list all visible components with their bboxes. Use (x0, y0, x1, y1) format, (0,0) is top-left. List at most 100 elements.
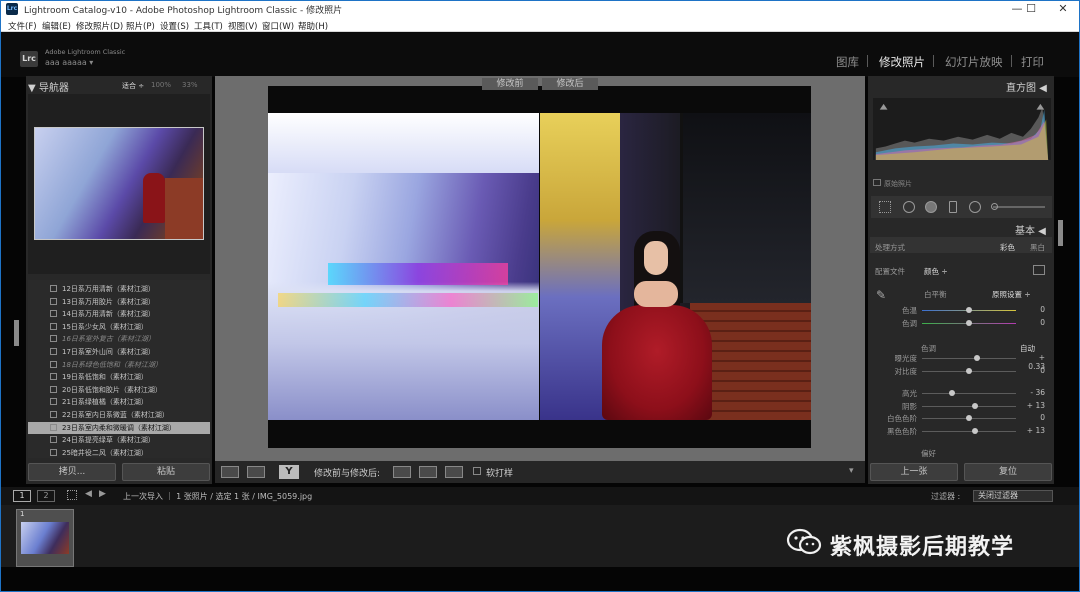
copy-before-to-after-icon[interactable] (393, 466, 411, 478)
slider-value[interactable]: - 36 (1021, 388, 1045, 397)
menu-window[interactable]: 窗口(W) (262, 20, 294, 32)
filter-dropdown[interactable]: 关闭过滤器 (973, 490, 1053, 502)
brush-slider[interactable] (993, 206, 1045, 208)
original-photo-checkbox[interactable] (873, 179, 881, 186)
collection-item[interactable]: 12日系万用清新（素材江湖） (28, 283, 210, 296)
collection-item[interactable]: 19日系低饱和（素材江湖） (28, 371, 210, 384)
profile-dropdown[interactable]: 颜色 ÷ (924, 266, 948, 277)
screen-2-button[interactable]: 2 (37, 490, 55, 502)
slider-track[interactable] (922, 355, 1016, 361)
wb-label: 白平衡 (924, 290, 947, 299)
copy-button[interactable]: 拷贝... (28, 463, 116, 481)
zoom-fit[interactable]: 适合 ÷ (122, 81, 144, 91)
treatment-bw[interactable]: 黑白 (1030, 242, 1045, 253)
before-image[interactable] (268, 113, 539, 420)
close-button[interactable]: ✕ (1046, 0, 1080, 18)
user-name[interactable]: aaa aaaaa ▾ (45, 58, 93, 67)
collection-item[interactable]: 24日系提亮绿草（素材江湖） (28, 434, 210, 447)
grid-view-icon[interactable] (67, 490, 77, 500)
collection-item[interactable]: 21日系绿植橘（素材江湖） (28, 396, 210, 409)
profile-browser-icon[interactable] (1033, 265, 1045, 275)
back-arrow-icon[interactable]: ◀ (85, 489, 92, 499)
slider-knob[interactable] (966, 307, 972, 313)
slider-track[interactable] (922, 368, 1016, 374)
menu-view[interactable]: 视图(V) (228, 20, 257, 32)
basic-header[interactable]: 基本 ◀ (1015, 222, 1046, 237)
module-develop[interactable]: 修改照片 (879, 54, 925, 70)
menu-tools[interactable]: 工具(T) (194, 20, 223, 32)
loupe-view-icon[interactable] (221, 466, 239, 478)
collection-item[interactable]: 23日系室内柔和微暖调（素材江湖） (28, 421, 210, 435)
collection-item[interactable]: 16日系室外复古（素材江湖） (28, 333, 210, 346)
slider-value[interactable]: + 13 (1021, 401, 1045, 410)
before-after-mode-icon[interactable]: Y (279, 465, 299, 479)
slider-track[interactable] (922, 390, 1016, 396)
histogram-header[interactable]: 直方图 ◀ (1006, 79, 1047, 94)
zoom-100[interactable]: 100% (151, 81, 171, 89)
before-neon-sign (328, 263, 508, 285)
screen-1-button[interactable]: 1 (13, 490, 31, 502)
crop-tool-icon[interactable] (879, 201, 891, 213)
collection-item[interactable]: 17日系室外山间（素材江湖） (28, 346, 210, 359)
slider-value[interactable]: 0 (1021, 305, 1045, 314)
spot-removal-icon[interactable] (903, 201, 915, 213)
slider-track[interactable] (922, 320, 1016, 326)
navigator-header[interactable]: ▼ 导航器 (28, 79, 69, 94)
module-library[interactable]: 图库 (836, 54, 859, 70)
collection-item[interactable]: 25暗井役二风（素材江湖） (28, 447, 210, 458)
filmstrip-thumbnail[interactable]: 1 (16, 509, 74, 567)
slider-knob[interactable] (971, 428, 978, 434)
after-image[interactable] (540, 113, 811, 420)
histogram[interactable] (873, 98, 1051, 160)
module-print[interactable]: 打印 (1021, 54, 1044, 70)
wb-eyedropper-icon[interactable]: ✎ (876, 288, 892, 302)
treatment-color[interactable]: 彩色 (1000, 242, 1015, 253)
filmstrip-breadcrumb[interactable]: 上一次导入 ｜ 1 张照片 / 选定 1 张 / IMG_5059.jpg (123, 491, 312, 502)
swap-settings-icon[interactable] (445, 466, 463, 478)
red-eye-icon[interactable] (925, 201, 937, 213)
adjustment-brush-icon[interactable] (991, 203, 998, 210)
navigator-thumbnail[interactable] (34, 127, 204, 240)
slider-value[interactable]: 0 (1021, 413, 1045, 422)
slider-knob[interactable] (973, 355, 980, 361)
slider-track[interactable] (922, 415, 1016, 421)
collection-item[interactable]: 20日系低饱和胶片（素材江湖） (28, 384, 210, 397)
wb-dropdown[interactable]: 原照设置 ÷ (992, 289, 1031, 300)
menu-settings[interactable]: 设置(S) (160, 20, 189, 32)
collection-item[interactable]: 18日系绿色低饱和（素材江湖） (28, 359, 210, 372)
menu-edit[interactable]: 编辑(E) (42, 20, 71, 32)
slider-knob[interactable] (966, 368, 972, 374)
slider-knob[interactable] (966, 320, 972, 326)
collection-item[interactable]: 14日系万用清新（素材江湖） (28, 308, 210, 321)
module-slideshow[interactable]: 幻灯片放映 (945, 54, 1003, 70)
menu-develop[interactable]: 修改照片(D) (76, 20, 123, 32)
collection-item[interactable]: 13日系万用胶片（素材江湖） (28, 296, 210, 309)
menu-file[interactable]: 文件(F) (8, 20, 37, 32)
slider-value[interactable]: + 13 (1021, 426, 1045, 435)
slider-track[interactable] (922, 428, 1016, 434)
radial-filter-icon[interactable] (969, 201, 981, 213)
toolbar-menu-icon[interactable]: ▾ (849, 466, 854, 476)
previous-button[interactable]: 上一张 (870, 463, 958, 481)
collection-item[interactable]: 15日系少女风（素材江湖） (28, 321, 210, 334)
slider-knob[interactable] (966, 415, 972, 421)
slider-knob[interactable] (971, 403, 978, 409)
copy-after-to-before-icon[interactable] (419, 466, 437, 478)
menu-help[interactable]: 帮助(H) (298, 20, 328, 32)
graduated-filter-icon[interactable] (949, 201, 957, 213)
slider-value[interactable]: 0 (1021, 366, 1045, 375)
slider-value[interactable]: 0 (1021, 318, 1045, 327)
forward-arrow-icon[interactable]: ▶ (99, 489, 106, 499)
paste-button[interactable]: 粘贴 (122, 463, 210, 481)
slider-track[interactable] (922, 403, 1016, 409)
zoom-33[interactable]: 33% (182, 81, 198, 89)
left-panel-scrollbar[interactable] (14, 320, 19, 346)
right-panel-scrollbar[interactable] (1058, 220, 1063, 246)
maximize-button[interactable]: ☐ (1014, 0, 1048, 18)
slider-track[interactable] (922, 307, 1016, 313)
menu-photo[interactable]: 照片(P) (126, 20, 155, 32)
reset-button[interactable]: 复位 (964, 463, 1052, 481)
softproof-checkbox[interactable] (473, 467, 481, 475)
collection-item[interactable]: 22日系室内日系微蓝（素材江湖） (28, 409, 210, 422)
compare-view-icon[interactable] (247, 466, 265, 478)
